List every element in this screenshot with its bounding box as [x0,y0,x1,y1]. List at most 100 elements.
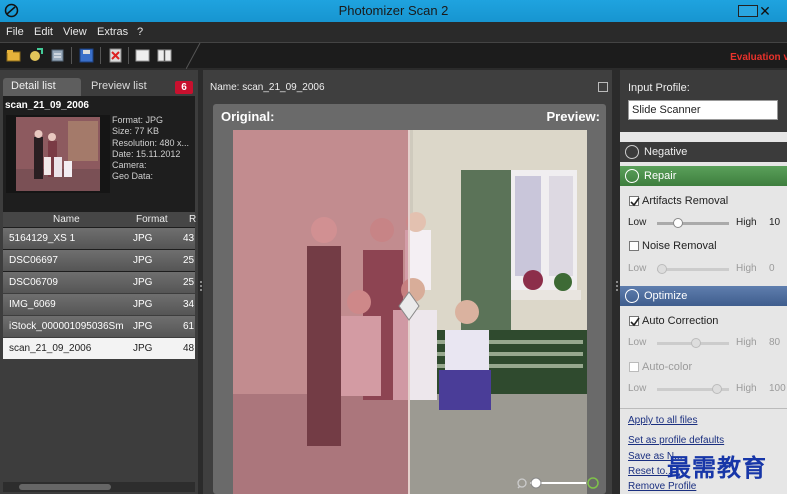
slider-knob[interactable] [672,218,683,228]
table-row[interactable]: 5164129_XS 1 JPG 43 [3,228,195,249]
table-row[interactable]: IMG_6069 JPG 34 [3,294,195,315]
slider-value: 10 [769,217,781,228]
original-label: Original: [221,109,275,124]
selected-file-name: scan_21_09_2006 [5,100,89,111]
auto-color-checkbox[interactable] [629,362,639,372]
auto-color-slider[interactable]: Low High 100 [628,382,786,396]
section-negative[interactable]: Negative [620,142,787,162]
maximize-icon[interactable] [598,82,608,92]
apply-to-all-link[interactable]: Apply to all files [628,415,697,426]
slider-knob[interactable] [711,384,722,394]
cell-name: iStock_000001095036Sm [9,321,123,332]
cell-format: JPG [133,343,153,354]
slider-high-label: High [736,263,757,274]
save-icon[interactable] [78,47,95,64]
toolbar-divider-shape [186,43,201,69]
menu-edit[interactable]: Edit [34,26,53,38]
noise-removal-label: Noise Removal [642,240,717,252]
evaluation-label: Evaluation v [730,52,787,63]
table-row[interactable]: DSC06709 JPG 25 [3,272,195,293]
single-view-icon[interactable] [134,47,151,64]
noise-removal-checkbox[interactable] [629,241,639,251]
table-row[interactable]: iStock_000001095036Sm JPG 61 [3,316,195,337]
center-panel: Name: scan_21_09_2006 Original: Preview: [203,70,612,494]
meta-size: Size: 77 KB [112,126,160,137]
set-profile-defaults-link[interactable]: Set as profile defaults [628,435,724,446]
noise-slider[interactable]: Low High 0 [628,262,784,276]
slider-knob[interactable] [657,264,667,274]
column-name[interactable]: Name [53,214,80,225]
input-profile-select[interactable]: Slide Scanner [628,100,778,120]
zoom-slider[interactable] [516,476,600,490]
cell-format: JPG [133,233,153,244]
list-horizontal-scrollbar[interactable] [3,482,195,492]
file-count-badge: 6 [175,81,193,94]
scrollbar-thumb[interactable] [19,484,111,490]
file-list-header: Name Format R [3,212,196,227]
slider-low-label: Low [628,263,647,274]
chevron-up-icon [625,289,639,303]
toolbar-separator [100,47,101,64]
cell-format: JPG [133,321,153,332]
chevron-down-icon [625,145,639,159]
auto-correction-slider[interactable]: Low High 80 [628,336,784,350]
slider-track[interactable] [657,268,729,271]
right-splitter-grip[interactable] [615,280,619,292]
meta-geo: Geo Data: [112,171,154,182]
profile-section: Input Profile: Slide Scanner [620,70,787,132]
slider-value: 0 [769,263,775,274]
split-view-icon[interactable] [156,47,173,64]
artifacts-removal-label: Artifacts Removal [642,195,729,207]
artifacts-removal-checkbox[interactable] [629,196,640,207]
tab-detail-list[interactable]: Detail list [3,78,81,96]
left-panel: Detail list Preview list 6 scan_21_09_20… [0,70,198,494]
tab-preview-list[interactable]: Preview list [83,78,173,96]
image-name-label: Name: scan_21_09_2006 [210,82,325,93]
meta-resolution: Resolution: 480 x... [112,137,190,148]
cell-format: JPG [133,277,153,288]
table-row-selected[interactable]: scan_21_09_2006 JPG 48 [3,338,195,359]
scanner-icon[interactable] [49,47,66,64]
slider-value: 100 [769,383,786,394]
auto-correction-checkbox[interactable] [629,316,640,327]
cell-name: 5164129_XS 1 [9,233,76,244]
table-row[interactable]: DSC06697 JPG 25 [3,250,195,271]
toolbar: Evaluation v [0,42,787,69]
negative-label: Negative [644,146,688,158]
menu-file[interactable]: File [6,26,24,38]
menu-help[interactable]: ? [137,26,143,38]
photo-comparison[interactable] [233,130,587,494]
close-button[interactable]: ✕ [755,3,775,19]
column-format[interactable]: Format [136,214,168,225]
slider-high-label: High [736,383,757,394]
delete-icon[interactable] [107,47,124,64]
cell-res: 61 [183,321,195,332]
cell-format: JPG [133,299,153,310]
section-repair[interactable]: Repair [620,166,787,186]
slider-low-label: Low [628,217,647,228]
meta-format: Format: JPG [112,115,164,125]
cell-name: scan_21_09_2006 [9,343,92,354]
open-folder-icon[interactable] [5,47,22,64]
meta-date: Date: 15.11.2012 [112,148,181,159]
add-images-icon[interactable] [27,47,44,64]
settings-panel: Input Profile: Slide Scanner Negative Re… [620,70,787,494]
menu-view[interactable]: View [63,26,87,38]
preview-label: Preview: [546,109,600,124]
list-tabs: Detail list Preview list [3,78,198,96]
section-optimize[interactable]: Optimize [620,286,787,306]
toolbar-separator [71,47,72,64]
column-resolution[interactable]: R [189,214,196,225]
artifacts-slider[interactable]: Low High 10 [628,216,784,230]
auto-color-label: Auto-color [642,361,693,373]
slider-track[interactable] [657,222,729,225]
cell-res: 48 [183,343,195,354]
toolbar-separator [128,47,129,64]
input-profile-label: Input Profile: [628,82,690,94]
comparison-viewer: Original: Preview: [213,104,606,494]
title-bar: Photomizer Scan 2 ✕ [0,0,787,22]
cell-res: 43 [183,233,195,244]
cell-res: 25 [183,277,195,288]
menu-extras[interactable]: Extras [97,26,128,38]
slider-knob[interactable] [691,338,702,348]
